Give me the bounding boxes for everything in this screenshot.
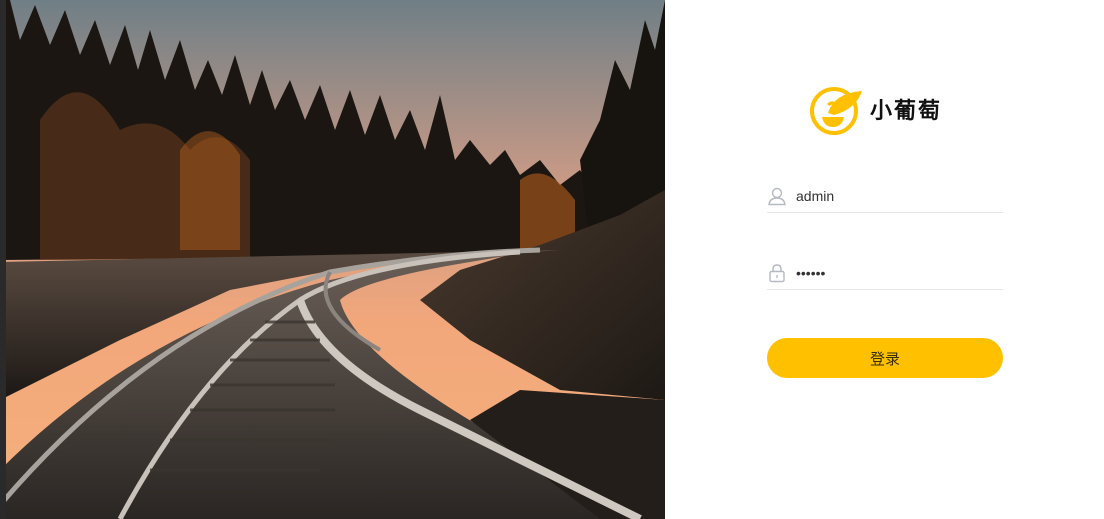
password-input[interactable] [796, 257, 996, 288]
username-input[interactable] [796, 180, 996, 211]
username-field [767, 179, 1003, 213]
login-button[interactable]: 登录 [767, 338, 1003, 378]
password-field [767, 256, 1003, 290]
grape-logo-icon [810, 87, 862, 135]
railway-photo-image [0, 0, 665, 519]
brand-name: 小葡萄 [870, 98, 943, 124]
login-page: 小葡萄 登录 [0, 0, 1104, 519]
user-icon [768, 187, 786, 205]
background-photo [0, 0, 665, 519]
login-card: 小葡萄 登录 [665, 0, 1104, 519]
brand-logo: 小葡萄 [808, 83, 942, 135]
lock-icon [769, 263, 785, 282]
